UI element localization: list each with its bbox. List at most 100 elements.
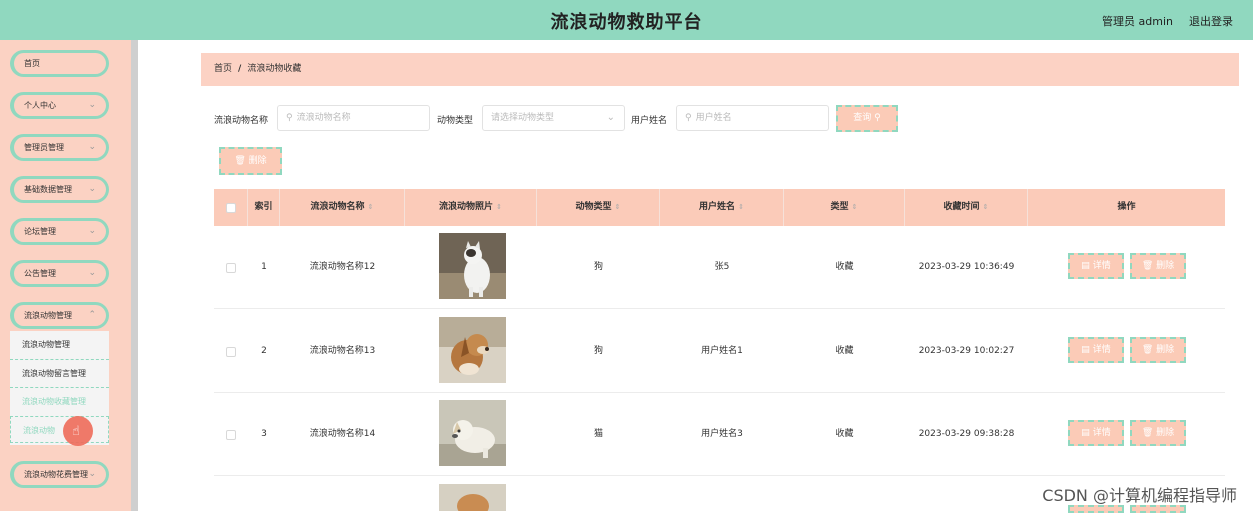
user-search-placeholder: 用户姓名 — [695, 113, 732, 123]
top-bar: 流浪动物救助平台 管理员 admin 退出登录 — [0, 0, 1253, 40]
submenu-item-animal-other[interactable]: 流浪动物 — [10, 416, 109, 443]
chevron-down-icon: ⌄ — [606, 112, 615, 123]
logout-link[interactable]: 退出登录 — [1189, 13, 1233, 29]
search-icon: ⚲ — [874, 113, 881, 123]
animal-photo[interactable] — [439, 400, 506, 466]
app-title: 流浪动物救助平台 — [550, 12, 703, 33]
detail-label: 详情 — [1092, 428, 1111, 438]
delete-button[interactable] — [1130, 505, 1186, 513]
cell-index: 3 — [261, 429, 267, 439]
document-icon: ▤ — [1081, 261, 1090, 271]
col-animal-photo-label: 流浪动物照片 — [439, 202, 494, 212]
row-checkbox[interactable] — [226, 263, 236, 273]
detail-button[interactable]: ▤ 详情 — [1068, 420, 1124, 446]
cell-favorite-time: 2023-03-29 09:38:28 — [918, 429, 1015, 439]
chevron-down-icon: ⌄ — [88, 184, 96, 194]
sidebar-item-basic-data[interactable]: 基础数据管理 ⌄ — [10, 176, 109, 203]
row-checkbox[interactable] — [226, 430, 236, 440]
animal-photo[interactable] — [439, 233, 506, 299]
submenu-item-animal-management[interactable]: 流浪动物管理 — [10, 331, 109, 358]
submenu-item-label: 流浪动物管理 — [22, 340, 70, 349]
submenu-item-label: 流浪动物留言管理 — [22, 369, 86, 378]
sidebar-item-label: 流浪动物管理 — [24, 311, 72, 320]
chevron-down-icon: ⌄ — [88, 100, 96, 110]
chevron-up-icon: ⌃ — [88, 310, 96, 320]
col-animal-name[interactable]: 流浪动物名称 ⇕ — [280, 189, 405, 226]
submenu-item-animal-favorites[interactable]: 流浪动物收藏管理 — [10, 387, 109, 414]
detail-button[interactable] — [1068, 505, 1124, 513]
sort-icon: ⇕ — [851, 203, 858, 211]
hand-cursor-icon: ☝ — [72, 424, 80, 439]
cell-kind: 收藏 — [835, 346, 854, 356]
table-row: 2 流浪动物名称13 狗 用户姓名1 收藏 2023-03-29 10:02:2… — [214, 310, 1225, 393]
delete-button[interactable]: 🗑 删除 — [1130, 253, 1186, 279]
user-filter-label: 用户姓名 — [631, 116, 668, 126]
submenu-item-label: 流浪动物收藏管理 — [22, 397, 86, 406]
breadcrumb: 首页 / 流浪动物收藏 — [201, 53, 1239, 86]
col-favorite-time-label: 收藏时间 — [943, 202, 980, 212]
cell-animal-type: 狗 — [593, 346, 603, 356]
sort-icon: ⇕ — [367, 203, 374, 211]
detail-button[interactable]: ▤ 详情 — [1068, 253, 1124, 279]
name-search-placeholder: 流浪动物名称 — [296, 113, 351, 123]
col-actions: 操作 — [1117, 202, 1136, 212]
sidebar-item-animal-expenses[interactable]: 流浪动物花费管理 ⌄ — [10, 461, 109, 488]
user-search-input[interactable]: ⚲ 用户姓名 — [676, 105, 829, 131]
col-animal-type[interactable]: 动物类型 ⇕ — [537, 189, 660, 226]
cell-animal-type: 猫 — [593, 429, 603, 439]
submenu-item-animal-messages[interactable]: 流浪动物留言管理 — [10, 359, 109, 386]
col-user-name[interactable]: 用户姓名 ⇕ — [660, 189, 784, 226]
breadcrumb-current: 流浪动物收藏 — [247, 64, 302, 74]
table-row: 1 流浪动物名称12 狗 张5 收藏 2023-03-29 10:36:49 ▤… — [214, 226, 1225, 309]
type-filter-label: 动物类型 — [437, 116, 474, 126]
batch-delete-button[interactable]: 🗑 删除 — [219, 147, 282, 175]
sidebar-scrollbar[interactable] — [131, 40, 138, 511]
animal-photo[interactable] — [439, 317, 506, 383]
sidebar-item-label: 首页 — [24, 59, 40, 68]
sort-icon: ⇕ — [738, 203, 744, 211]
col-animal-name-label: 流浪动物名称 — [310, 202, 365, 212]
name-search-input[interactable]: ⚲ 流浪动物名称 — [277, 105, 430, 131]
search-button[interactable]: 查询 ⚲ — [836, 105, 898, 132]
table-header: 索引 流浪动物名称 ⇕ 流浪动物照片 ⇕ 动物类型 ⇕ 用户姓名 ⇕ 类型 ⇕ 收藏时间 ⇕… — [214, 189, 1225, 226]
sort-icon: ⇕ — [496, 203, 502, 211]
cell-animal-name: 流浪动物名称12 — [309, 262, 376, 272]
delete-button[interactable]: 🗑 删除 — [1130, 337, 1186, 363]
detail-label: 详情 — [1092, 261, 1111, 271]
sidebar-item-forum[interactable]: 论坛管理 ⌄ — [10, 218, 109, 245]
sort-icon: ⇕ — [982, 203, 989, 211]
col-animal-photo[interactable]: 流浪动物照片 ⇕ — [405, 189, 537, 226]
cell-index: 1 — [261, 262, 267, 272]
chevron-down-icon: ⌄ — [88, 268, 96, 278]
detail-button[interactable]: ▤ 详情 — [1068, 337, 1124, 363]
cell-favorite-time: 2023-03-29 10:36:49 — [918, 262, 1015, 272]
select-all-cell — [214, 189, 248, 226]
current-user: 管理员 admin — [1102, 15, 1173, 28]
sidebar-item-announcements[interactable]: 公告管理 ⌄ — [10, 260, 109, 287]
sidebar-item-stray-animals[interactable]: 流浪动物管理 ⌃ — [10, 302, 109, 329]
cell-animal-type: 狗 — [593, 262, 603, 272]
sidebar-item-label: 流浪动物花费管理 — [24, 470, 88, 479]
chevron-down-icon: ⌄ — [88, 469, 96, 479]
sidebar-item-admin-management[interactable]: 管理员管理 ⌄ — [10, 134, 109, 161]
cell-user-name: 张5 — [714, 262, 730, 272]
sidebar-item-personal-center[interactable]: 个人中心 ⌄ — [10, 92, 109, 119]
sidebar-item-home[interactable]: 首页 — [10, 50, 109, 77]
chevron-down-icon: ⌄ — [88, 226, 96, 236]
col-user-name-label: 用户姓名 — [699, 202, 736, 212]
delete-button[interactable]: 🗑 删除 — [1130, 420, 1186, 446]
document-icon: ▤ — [1081, 428, 1090, 438]
trash-icon: 🗑 — [1141, 261, 1154, 271]
col-favorite-time[interactable]: 收藏时间 ⇕ — [905, 189, 1028, 226]
delete-label: 删除 — [1156, 345, 1175, 355]
row-checkbox[interactable] — [226, 347, 236, 357]
animal-type-select[interactable]: 请选择动物类型 ⌄ — [482, 105, 625, 131]
search-icon: ⚲ — [286, 113, 293, 123]
delete-label: 删除 — [1156, 261, 1175, 271]
detail-label: 详情 — [1092, 345, 1111, 355]
col-kind[interactable]: 类型 ⇕ — [784, 189, 905, 226]
cell-user-name: 用户姓名3 — [701, 429, 743, 439]
breadcrumb-home[interactable]: 首页 — [214, 64, 232, 74]
select-all-checkbox[interactable] — [226, 203, 236, 213]
animal-photo[interactable] — [439, 484, 506, 511]
